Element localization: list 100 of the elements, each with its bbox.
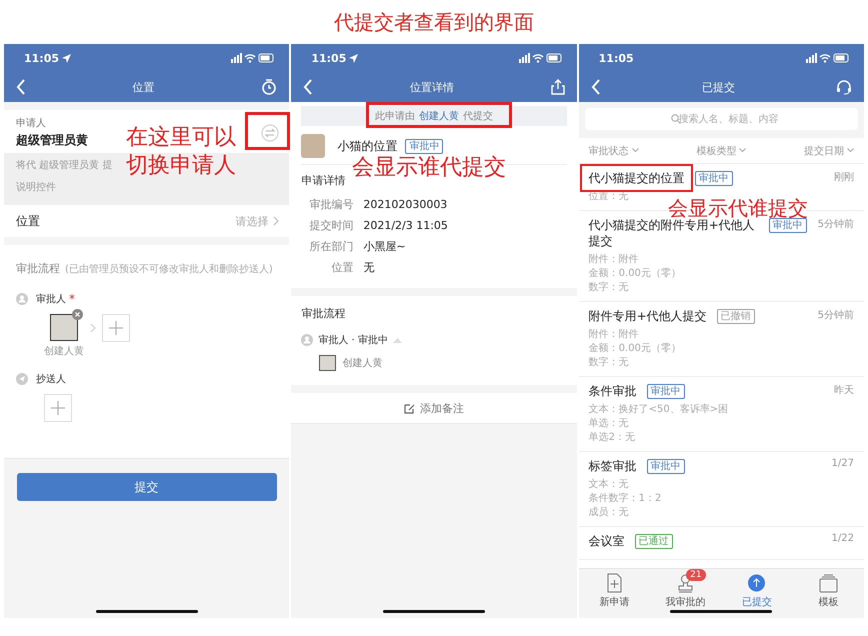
cc-label: 抄送人 bbox=[36, 372, 66, 386]
status-icons bbox=[231, 53, 276, 63]
status-tag: 审批中 bbox=[405, 138, 444, 154]
banner-text: 此申请由 bbox=[374, 110, 415, 123]
status-tag: 审批中 bbox=[694, 171, 733, 186]
remove-icon[interactable] bbox=[72, 309, 83, 320]
item-detail: 文本：换好了<50、客诉率>困 bbox=[588, 403, 730, 417]
location-arrow-icon bbox=[349, 54, 358, 62]
item-detail: 数字：无 bbox=[588, 356, 630, 370]
field-value: 2021/2/3 11:05 bbox=[363, 219, 448, 232]
count-badge: 21 bbox=[686, 569, 706, 581]
status-tag: 已撤销 bbox=[716, 309, 755, 324]
section-title: 审批流程 bbox=[301, 306, 346, 321]
item-detail: 附件：附件 bbox=[588, 253, 640, 267]
status-time: 11:05 bbox=[598, 52, 634, 64]
request-title: 小猫的位置 bbox=[337, 138, 398, 154]
filter-dropdown[interactable]: 模板类型 bbox=[696, 144, 746, 158]
status-icons bbox=[518, 53, 563, 63]
item-detail: 单选：无 bbox=[588, 417, 630, 431]
submitter-link[interactable]: 创建人黄 bbox=[418, 109, 459, 123]
field-value: 小黑屋~ bbox=[363, 239, 406, 254]
annotation-text: 会显示代谁提交 bbox=[668, 195, 808, 220]
field-label: 审批编号 bbox=[308, 197, 354, 212]
tab-item[interactable]: 新申请 bbox=[584, 573, 644, 618]
field-label: 位置 bbox=[16, 212, 40, 230]
back-icon[interactable] bbox=[16, 79, 26, 95]
item-time: 昨天 bbox=[834, 384, 854, 397]
description-text: 说明控件 bbox=[16, 181, 56, 195]
timer-icon[interactable] bbox=[261, 79, 278, 95]
item-time: 1/27 bbox=[832, 458, 854, 469]
applicant-name: 超级管理员黄 bbox=[16, 132, 88, 149]
item-title: 会议室 bbox=[588, 533, 625, 549]
item-title: 代小猫提交的位置 bbox=[588, 170, 685, 186]
photo-placeholder bbox=[319, 355, 336, 371]
screen-title: 位置 bbox=[132, 80, 155, 94]
item-detail: 金额：0.00元（零） bbox=[588, 342, 682, 356]
tab-item[interactable]: 模板 bbox=[798, 573, 858, 618]
status-tag: 审批中 bbox=[646, 384, 685, 399]
add-icon[interactable] bbox=[44, 394, 72, 422]
location-row[interactable]: 位置 请选择 bbox=[4, 205, 290, 237]
section-title: 审批流程 bbox=[16, 261, 60, 276]
approver-label: 审批人 bbox=[36, 292, 66, 306]
back-icon[interactable] bbox=[590, 79, 601, 95]
switch-icon[interactable] bbox=[261, 124, 280, 142]
headset-icon[interactable] bbox=[836, 79, 852, 95]
item-detail: 数字：无 bbox=[588, 281, 630, 295]
select-placeholder: 请选择 bbox=[235, 214, 268, 228]
search-field[interactable]: 搜索人名、标题、内容 bbox=[584, 108, 858, 130]
status-tag: 审批中 bbox=[646, 459, 685, 474]
required-mark: * bbox=[69, 292, 75, 306]
send-icon bbox=[16, 373, 28, 385]
annotation-text: 在这里可以切换申请人 bbox=[126, 124, 237, 180]
item-time: 刚刚 bbox=[834, 171, 854, 184]
filter-dropdown[interactable]: 审批状态 bbox=[588, 144, 639, 158]
item-detail: 金额：0.00元（零） bbox=[588, 267, 682, 281]
status-tag: 已通过 bbox=[634, 534, 673, 549]
annotation-heading: 代提交者查看到的界面 bbox=[333, 9, 535, 36]
field-value: 无 bbox=[363, 260, 374, 275]
screen-title: 已提交 bbox=[702, 80, 735, 94]
photo-placeholder bbox=[50, 314, 78, 341]
caret-icon bbox=[632, 148, 639, 153]
item-title: 标签审批 bbox=[588, 458, 637, 474]
edit-icon bbox=[404, 402, 415, 414]
submit-button[interactable]: 提交 bbox=[16, 473, 277, 501]
item-detail: 条件数字：1：2 bbox=[588, 492, 662, 506]
item-detail: 单选2：无 bbox=[588, 431, 636, 445]
photo-placeholder bbox=[301, 134, 326, 158]
approver-name: 创建人黄 bbox=[342, 356, 382, 370]
on-behalf-note: 将代 超级管理员黄 提 bbox=[16, 158, 112, 173]
share-icon[interactable] bbox=[550, 79, 565, 95]
back-icon[interactable] bbox=[303, 79, 314, 95]
field-label: 位置 bbox=[330, 260, 354, 275]
field-value: 202102030003 bbox=[363, 198, 448, 211]
stack-icon bbox=[818, 573, 838, 593]
status-time: 11:05 bbox=[24, 52, 60, 64]
step-status: 审批人 · 审批中 bbox=[318, 334, 388, 347]
person-icon bbox=[16, 293, 28, 305]
item-detail: 文本：无 bbox=[588, 478, 630, 492]
item-detail: 成员：无 bbox=[588, 506, 630, 520]
status-tag: 审批中 bbox=[768, 218, 807, 233]
filter-dropdown[interactable]: 提交日期 bbox=[804, 144, 854, 158]
item-detail: 附件：附件 bbox=[588, 328, 640, 342]
item-time: 5分钟前 bbox=[818, 308, 854, 322]
add-icon[interactable] bbox=[102, 314, 130, 342]
document-plus-icon bbox=[604, 573, 624, 593]
status-icons bbox=[806, 53, 850, 63]
banner-text: 代提交 bbox=[462, 110, 493, 123]
highlight-frame bbox=[245, 112, 290, 150]
section-title: 申请详情 bbox=[301, 173, 346, 188]
item-title: 代小猫提交的附件专用+代他人提交 bbox=[588, 218, 756, 249]
tab-item[interactable]: 已提交 bbox=[726, 573, 787, 618]
screen-title: 位置详情 bbox=[410, 80, 454, 94]
person-icon bbox=[301, 334, 314, 346]
chevron-icon bbox=[273, 216, 280, 226]
field-label: 申请人 bbox=[16, 116, 47, 130]
flow-note: (已由管理员预设不可修改审批人和删除抄送人) bbox=[65, 262, 273, 276]
caret-icon bbox=[739, 148, 746, 153]
location-arrow-icon bbox=[62, 54, 72, 62]
status-time: 11:05 bbox=[311, 52, 346, 64]
field-label: 提交时间 bbox=[308, 218, 354, 233]
